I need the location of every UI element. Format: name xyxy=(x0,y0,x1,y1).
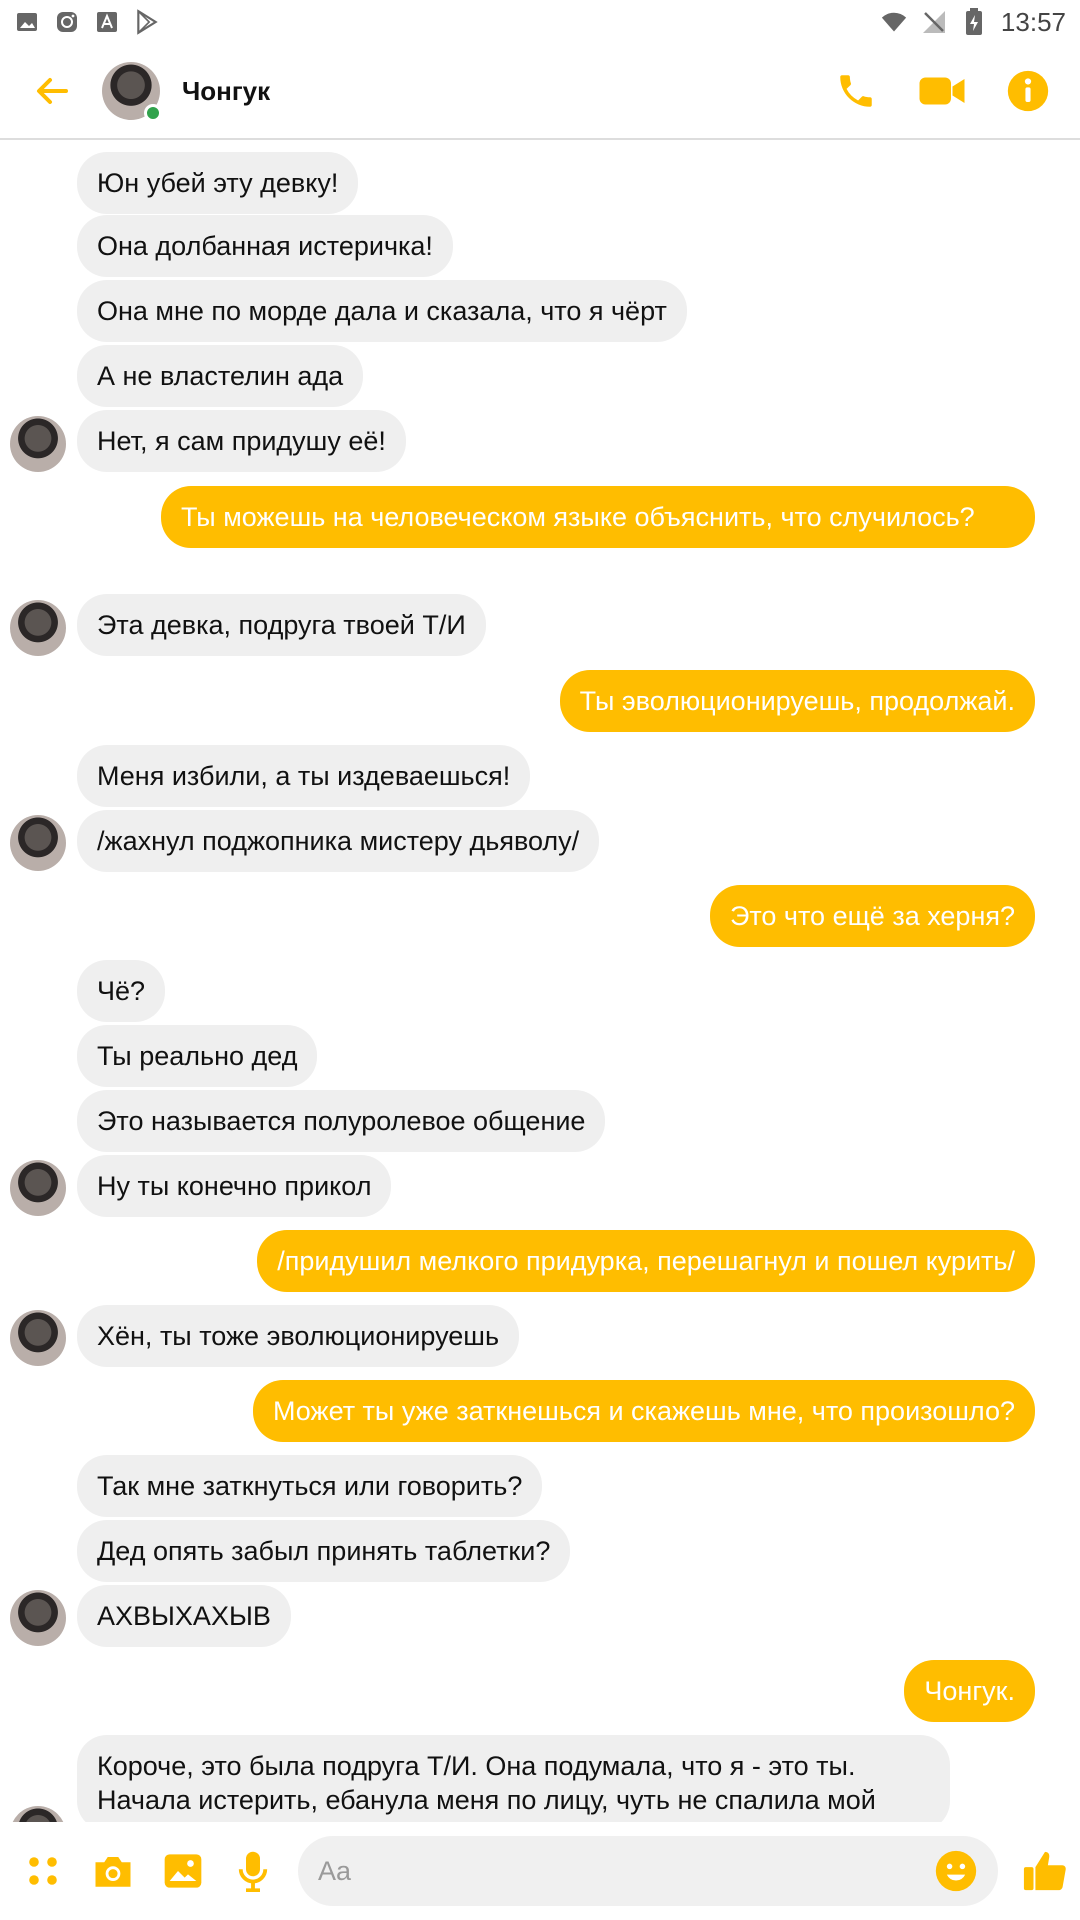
thumbs-up-icon xyxy=(1023,1851,1066,1891)
camera-icon xyxy=(95,1857,131,1887)
voice-call-button[interactable] xyxy=(832,67,880,115)
incoming-message[interactable]: Меня избили, а ты издеваешься! xyxy=(77,745,531,807)
sender-avatar[interactable] xyxy=(10,1310,66,1366)
contact-name[interactable]: Чонгук xyxy=(182,76,270,107)
sender-avatar[interactable] xyxy=(10,416,66,472)
like-button[interactable] xyxy=(1020,1846,1070,1896)
incoming-message[interactable]: Она долбанная истеричка! xyxy=(77,215,453,277)
more-actions-button[interactable] xyxy=(18,1846,68,1896)
sender-avatar[interactable] xyxy=(10,1160,66,1216)
contact-avatar[interactable] xyxy=(102,62,162,122)
back-button[interactable] xyxy=(22,61,82,121)
incoming-message[interactable]: Это называется полуролевое общение xyxy=(77,1090,606,1152)
status-bar: 13:57 xyxy=(0,0,1080,44)
incoming-message[interactable]: А не властелин ада xyxy=(77,345,364,407)
no-signal-icon xyxy=(921,9,947,35)
apps-grid-icon xyxy=(29,1857,57,1885)
battery-charging-icon xyxy=(961,8,987,35)
incoming-message[interactable]: Ну ты конечно прикол xyxy=(77,1155,392,1217)
clock: 13:57 xyxy=(1000,6,1066,37)
message-input[interactable] xyxy=(318,1855,934,1887)
phone-icon xyxy=(840,75,872,107)
camera-button[interactable] xyxy=(88,1846,138,1896)
outgoing-message[interactable]: Ты эволюционируешь, продолжай. xyxy=(559,670,1035,732)
outgoing-message[interactable]: /придушил мелкого придурка, перешагнул и… xyxy=(257,1230,1035,1292)
incoming-message[interactable]: Ты реально дед xyxy=(77,1025,318,1087)
incoming-message[interactable]: Нет, я сам придушу её! xyxy=(77,410,406,472)
message-input-container xyxy=(298,1836,998,1906)
incoming-message[interactable]: Короче, это была подруга Т/И. Она подума… xyxy=(77,1735,950,1822)
video-call-button[interactable] xyxy=(918,67,966,115)
instagram-notification-icon xyxy=(54,9,80,35)
sender-avatar[interactable] xyxy=(10,1590,66,1646)
incoming-message[interactable]: Так мне заткнуться или говорить? xyxy=(77,1455,543,1517)
sender-avatar[interactable] xyxy=(10,600,66,656)
sender-avatar[interactable] xyxy=(10,1806,66,1822)
chat-header: Чонгук xyxy=(0,44,1080,140)
outgoing-message[interactable]: Ты можешь на человеческом языке объяснит… xyxy=(161,486,1035,548)
info-button[interactable] xyxy=(1004,67,1052,115)
sender-avatar[interactable] xyxy=(10,815,66,871)
incoming-message[interactable]: Хён, ты тоже эволюционируешь xyxy=(77,1305,520,1367)
incoming-message[interactable]: Юн убей эту девку! xyxy=(77,152,359,214)
font-notification-icon xyxy=(94,9,120,35)
emoji-icon[interactable] xyxy=(934,1849,978,1893)
incoming-message[interactable]: Эта девка, подруга твоей Т/И xyxy=(77,594,486,656)
message-composer xyxy=(0,1822,1080,1920)
video-camera-icon xyxy=(919,77,965,105)
gallery-button[interactable] xyxy=(158,1846,208,1896)
outgoing-message[interactable]: Чонгук. xyxy=(904,1660,1035,1722)
voice-message-button[interactable] xyxy=(228,1846,278,1896)
wifi-icon xyxy=(881,9,907,35)
incoming-message[interactable]: Она мне по морде дала и сказала, что я ч… xyxy=(77,280,687,342)
gallery-notification-icon xyxy=(14,9,40,35)
incoming-message[interactable]: АХВЫХАХЫВ xyxy=(77,1585,291,1647)
image-icon xyxy=(164,1854,202,1888)
play-store-notification-icon xyxy=(134,9,160,35)
outgoing-message[interactable]: Может ты уже заткнешься и скажешь мне, ч… xyxy=(253,1380,1035,1442)
back-arrow-icon xyxy=(37,78,68,104)
online-status-indicator xyxy=(144,104,162,122)
incoming-message[interactable]: /жахнул поджопника мистеру дьяволу/ xyxy=(77,810,600,872)
outgoing-message[interactable]: Это что ещё за херня? xyxy=(709,885,1035,947)
info-icon xyxy=(1007,70,1049,112)
incoming-message[interactable]: Дед опять забыл принять таблетки? xyxy=(77,1520,571,1582)
incoming-message[interactable]: Чё? xyxy=(77,960,166,1022)
notification-icons xyxy=(14,9,160,35)
message-list[interactable]: Юн убей эту девку! Она долбанная истерич… xyxy=(0,142,1080,1822)
microphone-icon xyxy=(238,1851,268,1892)
